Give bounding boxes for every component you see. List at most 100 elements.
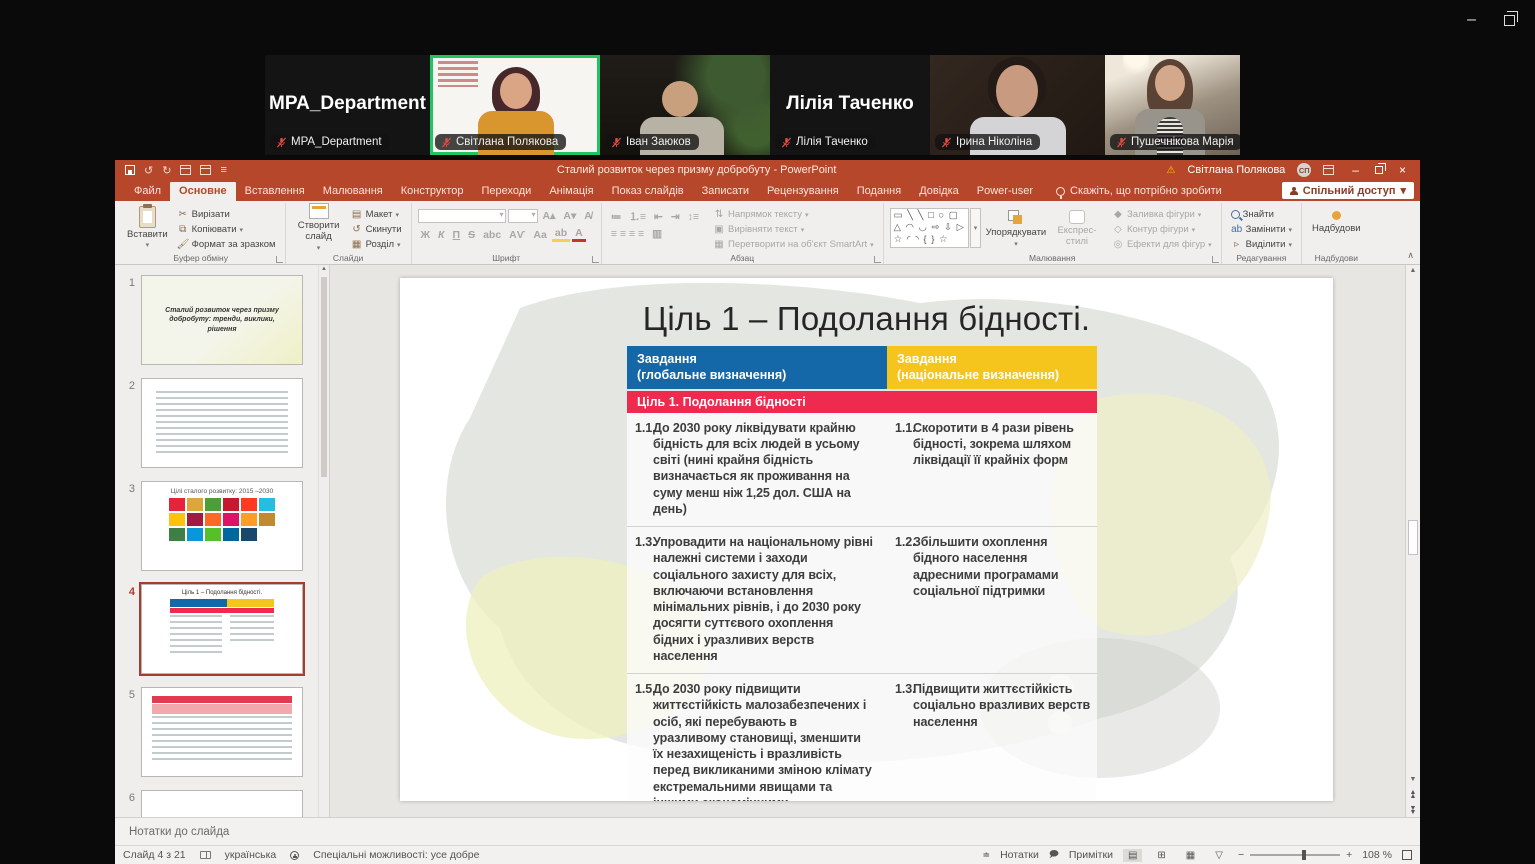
participant-tile-iryna[interactable]: Ірина Ніколіна — [930, 55, 1105, 155]
minimize-icon[interactable]: – — [1467, 12, 1476, 28]
participant-tile-mpa[interactable]: MPA_Department MPA_Department — [265, 55, 430, 155]
cut-button[interactable]: ✂Вирізати — [174, 208, 279, 221]
participant-tile-liliya[interactable]: Лілія Таченко Лілія Таченко — [770, 55, 930, 155]
numbering-icon[interactable]: ⒈≡ — [626, 209, 649, 224]
tab-help[interactable]: Довідка — [910, 182, 968, 201]
zoom-in-icon[interactable]: + — [1346, 849, 1352, 861]
reading-view-button[interactable]: ▦ — [1181, 849, 1200, 862]
fit-slide-icon[interactable] — [1402, 850, 1412, 860]
indent-increase-icon[interactable]: ⇥ — [668, 211, 683, 223]
smartart-button[interactable]: ▦Перетворити на об'єкт SmartArt ▾ — [710, 238, 877, 251]
tab-draw[interactable]: Малювання — [314, 182, 392, 201]
start-slideshow-icon[interactable] — [180, 165, 191, 175]
language-indicator[interactable]: українська — [225, 849, 277, 861]
scroll-up-icon[interactable]: ▲ — [1406, 267, 1420, 274]
format-painter-button[interactable]: 🖌Формат за зразком — [174, 238, 279, 251]
scroll-down-icon[interactable]: ▼ — [1406, 776, 1420, 783]
shape-outline-button[interactable]: ◇Контур фігури ▾ — [1109, 223, 1215, 236]
tab-animations[interactable]: Анімація — [540, 182, 602, 201]
slide-sorter-view-button[interactable]: ⊞ — [1152, 849, 1170, 862]
slide-scrollbar[interactable]: ▲ ▼ ▲▲ ▼▼ — [1405, 265, 1420, 817]
tab-record[interactable]: Записати — [693, 182, 758, 201]
collapse-ribbon-icon[interactable]: ∧ — [1407, 250, 1414, 261]
slide-thumbnail-2[interactable] — [141, 378, 303, 468]
addins-button[interactable]: Надбудови — [1308, 205, 1365, 237]
shadow-button[interactable]: abc — [480, 229, 504, 241]
section-button[interactable]: ▦Розділ ▾ — [348, 238, 405, 251]
tab-power-user[interactable]: Power-user — [968, 182, 1042, 201]
normal-view-button[interactable]: ▤ — [1123, 849, 1142, 862]
line-spacing-icon[interactable]: ↕≡ — [685, 211, 702, 223]
slide-thumbnail-4-current[interactable]: Ціль 1 – Подолання бідності. — [141, 584, 303, 674]
quick-styles-button[interactable]: Експрес-стилі — [1051, 208, 1103, 250]
arrange-button[interactable]: Упорядкувати▾ — [987, 208, 1045, 251]
participant-tile-maria[interactable]: Пушечнікова Марія — [1105, 55, 1240, 155]
shapes-gallery[interactable]: ▭ ╲ ╲ □ ○ ▢ △ ◠ ◡ ⇨ ⇩ ▷ ☆ ◜ ◝ { } ☆ — [890, 208, 969, 248]
redo-icon[interactable]: ↻ — [162, 164, 171, 177]
bold-button[interactable]: Ж — [418, 229, 434, 241]
replace-button[interactable]: abЗамінити ▾ — [1228, 223, 1295, 236]
bullets-icon[interactable]: ≔ — [608, 211, 625, 223]
zoom-slider-thumb[interactable] — [1302, 850, 1306, 860]
font-color-button[interactable]: А — [572, 227, 586, 242]
shape-fill-button[interactable]: ◆Заливка фігури ▾ — [1109, 208, 1215, 221]
tab-insert[interactable]: Вставлення — [236, 182, 314, 201]
slideshow-view-button[interactable]: ▽ — [1210, 849, 1228, 862]
copy-button[interactable]: ⧉Копіювати ▾ — [174, 223, 279, 236]
columns-icon[interactable]: ▥ — [649, 228, 665, 240]
presentation-views-icon[interactable] — [200, 165, 211, 175]
tab-view[interactable]: Подання — [848, 182, 910, 201]
participant-tile-svitlana[interactable]: Світлана Полякова — [430, 55, 600, 155]
comments-toggle[interactable]: Примітки — [1069, 849, 1113, 861]
shrink-font-button[interactable]: А▾ — [560, 210, 579, 222]
notes-pane[interactable]: Нотатки до слайда — [115, 817, 1420, 845]
shapes-gallery-more-icon[interactable]: ▾ — [970, 208, 981, 248]
dialog-launcher-icon[interactable] — [592, 256, 599, 263]
shape-effects-button[interactable]: ◎Ефекти для фігур ▾ — [1109, 238, 1215, 251]
slide-thumbnail-3[interactable]: Цілі сталого розвитку: 2015 –2030 — [141, 481, 303, 571]
current-slide[interactable]: Ціль 1 – Подолання бідності. Завдання(гл… — [400, 278, 1333, 801]
new-slide-button[interactable]: Створити слайд▾ — [292, 201, 346, 255]
text-direction-button[interactable]: ⇅Напрямок тексту ▾ — [710, 208, 877, 221]
indent-decrease-icon[interactable]: ⇤ — [651, 211, 666, 223]
account-avatar[interactable]: СП — [1297, 163, 1311, 177]
thumbnail-scrollbar[interactable]: ▲ — [318, 265, 329, 817]
scrollbar-thumb[interactable] — [1408, 520, 1418, 555]
tab-review[interactable]: Рецензування — [758, 182, 848, 201]
account-name[interactable]: Світлана Полякова — [1187, 164, 1285, 176]
underline-button[interactable]: П — [450, 229, 464, 241]
spellcheck-icon[interactable] — [200, 851, 211, 859]
align-buttons[interactable]: ≡ ≡ ≡ ≡ — [608, 228, 647, 240]
previous-slide-button[interactable]: ▲▲ — [1406, 791, 1420, 799]
font-size-input[interactable] — [508, 209, 538, 223]
accessibility-status[interactable]: Спеціальні можливості: усе добре — [313, 849, 479, 861]
tab-home[interactable]: Основне — [170, 182, 236, 201]
tab-transitions[interactable]: Переходи — [472, 182, 540, 201]
ppt-close-icon[interactable]: × — [1399, 163, 1406, 177]
clear-formatting-button[interactable]: A̸ — [581, 210, 595, 222]
highlight-button[interactable]: ab — [552, 227, 570, 242]
tab-file[interactable]: Файл — [125, 182, 170, 201]
tell-me-box[interactable]: Скажіть, що потрібно зробити — [1056, 185, 1222, 201]
tab-design[interactable]: Конструктор — [392, 182, 473, 201]
zoom-out-icon[interactable]: − — [1238, 849, 1244, 861]
share-button[interactable]: Спільний доступ ▾ — [1282, 182, 1414, 199]
find-button[interactable]: Знайти — [1228, 208, 1295, 221]
change-case-button[interactable]: Аа — [530, 229, 550, 241]
ribbon-display-options-icon[interactable] — [1323, 165, 1334, 175]
slide-thumbnail-1[interactable]: Сталий розвиток через призму добробуту: … — [141, 275, 303, 365]
tab-slideshow[interactable]: Показ слайдів — [603, 182, 693, 201]
dialog-launcher-icon[interactable] — [1212, 256, 1219, 263]
restore-icon[interactable] — [1504, 15, 1515, 26]
slide-thumbnail-6[interactable] — [141, 790, 303, 817]
char-spacing-button[interactable]: АѴ — [506, 229, 528, 241]
reset-button[interactable]: ↺Скинути — [348, 223, 405, 236]
zoom-level[interactable]: 108 % — [1362, 849, 1392, 861]
undo-icon[interactable]: ↺ — [144, 164, 153, 177]
dialog-launcher-icon[interactable] — [874, 256, 881, 263]
grow-font-button[interactable]: А▴ — [540, 210, 559, 222]
dialog-launcher-icon[interactable] — [276, 256, 283, 263]
ppt-restore-icon[interactable] — [1375, 166, 1383, 174]
italic-button[interactable]: К — [435, 229, 447, 241]
select-button[interactable]: ▹Виділити ▾ — [1228, 238, 1295, 251]
